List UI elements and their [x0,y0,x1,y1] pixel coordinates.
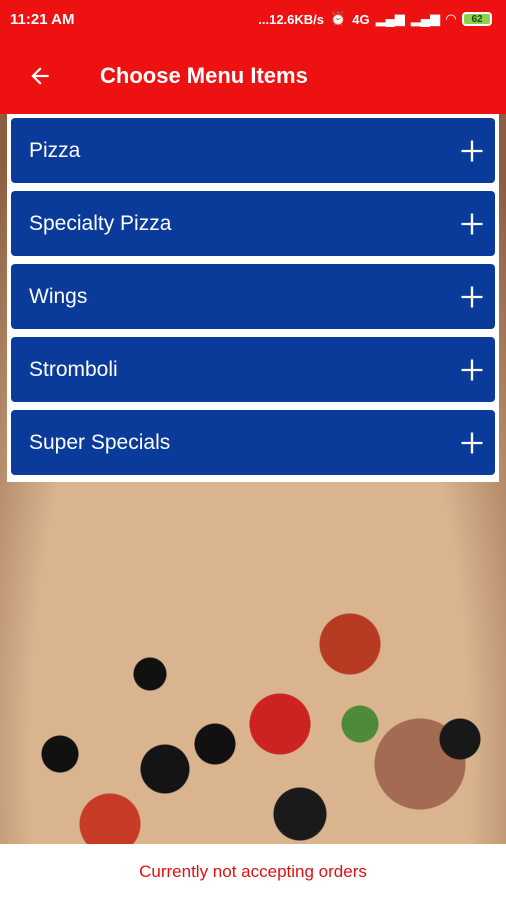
menu-item-pizza[interactable]: Pizza [11,118,495,183]
battery-icon: 62 [462,12,492,26]
battery-level: 62 [471,13,483,25]
plus-icon [457,209,487,239]
page-title: Choose Menu Items [100,63,308,88]
menu-list: Pizza Specialty Pizza Wings Stromboli Su… [7,114,499,482]
status-icons: ...12.6KB/s ⏰ 4G ▂▄▆ ▂▄▆ ◠ 62 [258,11,492,27]
order-status-message: Currently not accepting orders [139,862,367,881]
menu-item-stromboli[interactable]: Stromboli [11,337,495,402]
volte-badge: 4G [352,11,370,27]
network-speed: ...12.6KB/s [258,11,325,27]
plus-icon [457,428,487,458]
wifi-icon: ◠ [446,11,456,26]
status-bar: 11:21 AM ...12.6KB/s ⏰ 4G ▂▄▆ ▂▄▆ ◠ 62 [0,0,506,38]
app-bar: Choose Menu Items [0,38,506,114]
alarm-icon: ⏰ [330,11,347,26]
plus-icon [457,355,487,385]
menu-item-label: Pizza [29,138,81,162]
menu-item-label: Stromboli [29,357,118,381]
back-button[interactable] [10,46,70,106]
order-status-bar: Currently not accepting orders [0,844,506,900]
menu-item-super-specials[interactable]: Super Specials [11,410,495,475]
plus-icon [457,136,487,166]
menu-item-label: Super Specials [29,430,171,454]
menu-item-label: Specialty Pizza [29,211,172,235]
plus-icon [457,282,487,312]
signal-icon: ▂▄▆ [375,11,405,26]
menu-item-label: Wings [29,284,88,308]
menu-item-wings[interactable]: Wings [11,264,495,329]
arrow-left-icon [31,67,49,85]
signal-icon-2: ▂▄▆ [410,11,440,26]
status-time: 11:21 AM [10,10,75,28]
menu-item-specialty-pizza[interactable]: Specialty Pizza [11,191,495,256]
